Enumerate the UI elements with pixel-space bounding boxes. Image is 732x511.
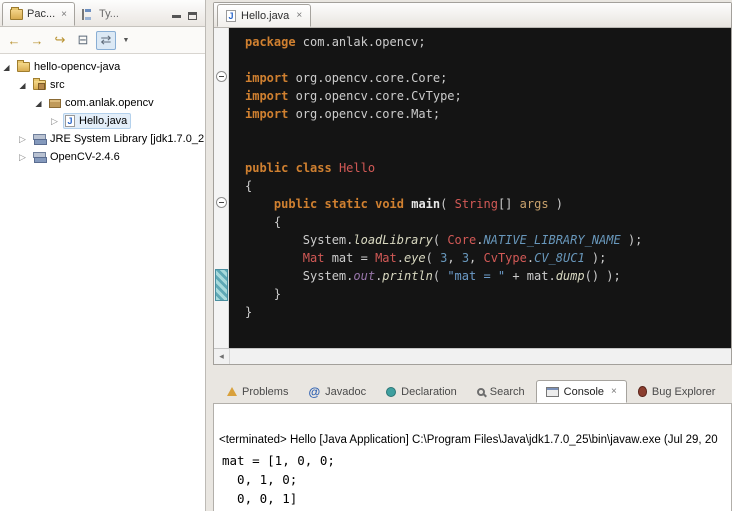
close-icon[interactable]: × — [294, 10, 302, 21]
tab-problems[interactable]: Problems — [218, 380, 297, 403]
fold-marker-icon[interactable] — [216, 71, 227, 82]
library-icon — [33, 152, 46, 163]
selection-annotation — [215, 269, 228, 301]
tab-search[interactable]: Search — [468, 380, 534, 403]
eclipse-window: Pac... × Ty... ← → ↪ ⊟ ⇄ ▼ ◢ — [0, 0, 732, 511]
scroll-left-icon[interactable]: ◂ — [214, 349, 230, 364]
close-icon[interactable]: × — [59, 9, 67, 20]
console-icon — [546, 387, 559, 397]
tree-item-project[interactable]: ◢ hello-opencv-java — [0, 58, 205, 76]
search-icon — [477, 388, 485, 396]
tree-item-opencv-library[interactable]: ▷ OpenCV-2.4.6 — [0, 148, 205, 166]
tab-type-hierarchy[interactable]: Ty... — [75, 2, 126, 26]
library-icon — [33, 134, 46, 145]
package-icon — [49, 99, 61, 108]
expand-icon[interactable]: ◢ — [2, 63, 11, 72]
type-hierarchy-icon — [82, 9, 95, 20]
close-icon[interactable]: × — [609, 386, 617, 397]
tree-item-label: Hello.java — [79, 115, 127, 127]
bug-icon — [638, 386, 647, 397]
editor-tab-label: Hello.java — [241, 10, 289, 22]
package-explorer-toolbar: ← → ↪ ⊟ ⇄ ▼ — [0, 27, 205, 54]
tree-item-hello-java[interactable]: ▷ J Hello.java — [0, 112, 205, 130]
tab-bug-explorer[interactable]: Bug Explorer — [629, 380, 725, 403]
minimize-icon[interactable] — [172, 15, 181, 18]
fold-marker-icon[interactable] — [216, 197, 227, 208]
package-explorer-view: Pac... × Ty... ← → ↪ ⊟ ⇄ ▼ ◢ — [0, 0, 206, 511]
view-window-buttons — [172, 12, 205, 26]
bottom-view-tabbar: Problems @ Javadoc Declaration Search Co… — [213, 377, 732, 403]
forward-arrow-icon[interactable]: → — [27, 31, 47, 50]
tab-console[interactable]: Console × — [536, 380, 627, 403]
fold-ruler[interactable] — [214, 28, 229, 348]
project-tree: ◢ hello-opencv-java ◢ src ◢ com.anlak.op… — [0, 54, 205, 511]
expand-icon[interactable]: ◢ — [18, 81, 27, 90]
project-folder-icon — [17, 62, 30, 72]
code-lines: package com.anlak.opencv; import org.ope… — [229, 28, 731, 348]
view-menu-icon[interactable]: ▼ — [119, 31, 133, 50]
collapse-all-icon[interactable]: ⊟ — [73, 31, 93, 50]
horizontal-scrollbar[interactable]: ◂ — [214, 348, 731, 364]
tab-javadoc-label: Javadoc — [325, 386, 366, 398]
tab-package-explorer-label: Pac... — [27, 8, 55, 20]
tab-package-explorer[interactable]: Pac... × — [2, 2, 75, 26]
package-explorer-icon — [10, 9, 23, 20]
tab-bug-explorer-label: Bug Explorer — [652, 386, 716, 398]
tab-console-label: Console — [564, 386, 604, 398]
tab-hello-java-editor[interactable]: J Hello.java × — [217, 4, 311, 27]
tree-item-label: JRE System Library [jdk1.7.0_25] — [50, 133, 205, 145]
tab-javadoc[interactable]: @ Javadoc — [299, 380, 375, 403]
tab-type-hierarchy-label: Ty... — [99, 8, 119, 20]
java-file-icon: J — [226, 10, 236, 22]
console-header: <terminated> Hello [Java Application] C:… — [214, 404, 731, 446]
problems-icon — [227, 387, 237, 396]
tab-bug[interactable]: Bug — [726, 380, 732, 403]
tree-item-jre-library[interactable]: ▷ JRE System Library [jdk1.7.0_25] — [0, 130, 205, 148]
editor-tabbar: J Hello.java × — [214, 3, 731, 28]
tab-search-label: Search — [490, 386, 525, 398]
collapse-icon[interactable]: ▷ — [50, 116, 59, 127]
javadoc-icon: @ — [308, 385, 320, 399]
tab-declaration[interactable]: Declaration — [377, 380, 466, 403]
java-file-icon: J — [65, 115, 75, 127]
tree-item-src[interactable]: ◢ src — [0, 76, 205, 94]
left-view-tabbar: Pac... × Ty... — [0, 0, 205, 27]
back-arrow-icon[interactable]: ← — [4, 31, 24, 50]
tree-item-label: hello-opencv-java — [34, 61, 120, 73]
focus-icon[interactable]: ↪ — [50, 31, 70, 50]
tab-declaration-label: Declaration — [401, 386, 457, 398]
maximize-icon[interactable] — [188, 12, 197, 20]
tree-item-label: OpenCV-2.4.6 — [50, 151, 120, 163]
tree-item-package[interactable]: ◢ com.anlak.opencv — [0, 94, 205, 112]
code-editor[interactable]: package com.anlak.opencv; import org.ope… — [214, 28, 731, 348]
bottom-view-area: Problems @ Javadoc Declaration Search Co… — [213, 377, 732, 511]
console-output[interactable]: mat = [1, 0, 0; 0, 1, 0; 0, 0, 1] — [214, 451, 731, 508]
tab-problems-label: Problems — [242, 386, 288, 398]
tree-item-label: com.anlak.opencv — [65, 97, 154, 109]
expand-icon[interactable]: ◢ — [34, 99, 43, 108]
editor-area: J Hello.java × package com.anlak.opencv;… — [213, 2, 732, 365]
declaration-icon — [386, 387, 396, 397]
link-with-editor-icon[interactable]: ⇄ — [96, 31, 116, 50]
console-view[interactable]: <terminated> Hello [Java Application] C:… — [213, 403, 732, 511]
collapse-icon[interactable]: ▷ — [18, 152, 27, 163]
tree-item-label: src — [50, 79, 65, 91]
source-folder-icon — [33, 80, 46, 90]
collapse-icon[interactable]: ▷ — [18, 134, 27, 145]
